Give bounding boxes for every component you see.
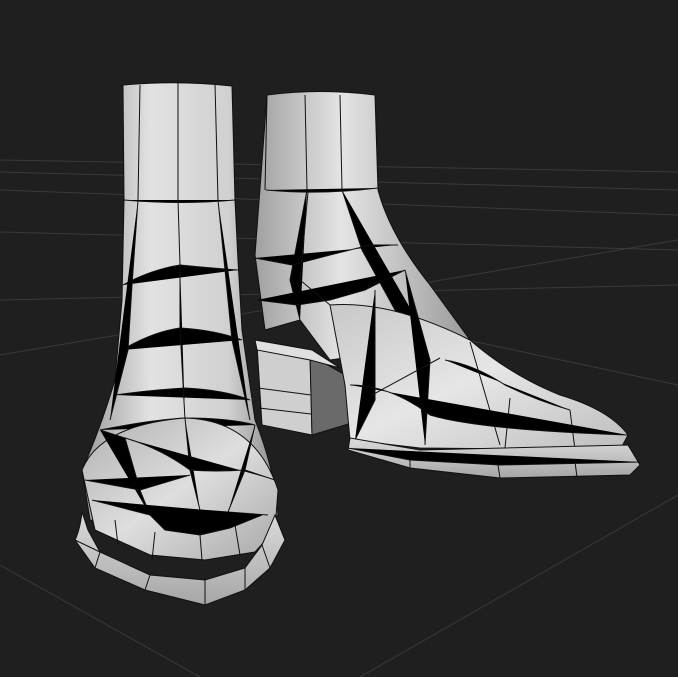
3d-viewport[interactable] [0,0,678,677]
boot-right[interactable] [254,91,641,479]
boot-right-foot [329,269,629,451]
viewport-canvas[interactable] [0,0,678,677]
boot-left[interactable] [74,82,286,606]
